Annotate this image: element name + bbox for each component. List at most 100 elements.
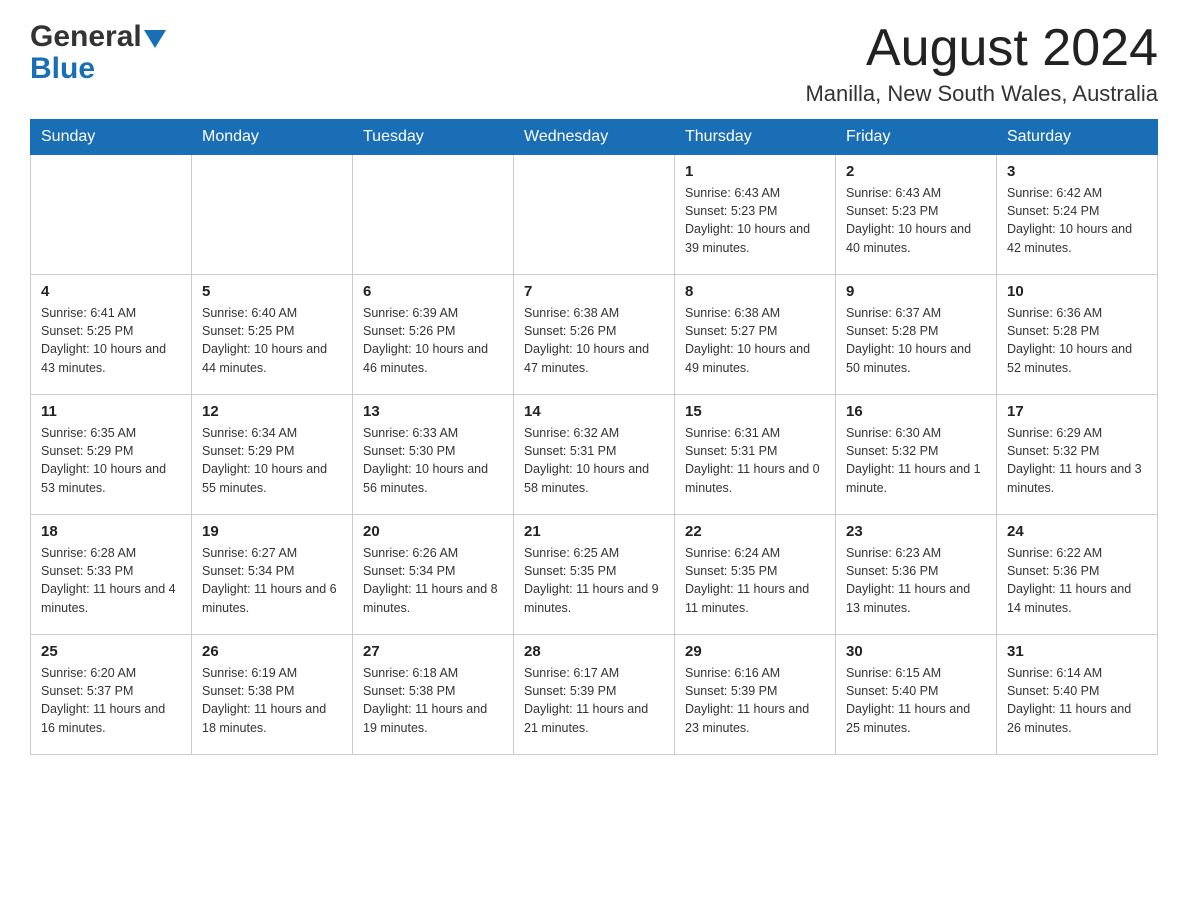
calendar-week-row: 18 Sunrise: 6:28 AMSunset: 5:33 PMDayligh…	[31, 515, 1158, 635]
day-info: Sunrise: 6:38 AMSunset: 5:27 PMDaylight:…	[685, 304, 825, 377]
calendar-cell: 28Sunrise: 6:17 AMSunset: 5:39 PMDayligh…	[514, 635, 675, 755]
calendar-cell	[31, 155, 192, 275]
day-info: Sunrise: 6:33 AMSunset: 5:30 PMDaylight:…	[363, 424, 503, 497]
calendar-table: SundayMondayTuesdayWednesdayThursdayFrid…	[30, 119, 1158, 755]
logo-triangle-icon	[144, 30, 166, 48]
calendar-header-wednesday: Wednesday	[514, 120, 675, 155]
page-header: General Blue August 2024 Manilla, New So…	[30, 20, 1158, 107]
calendar-cell: 31Sunrise: 6:14 AMSunset: 5:40 PMDayligh…	[997, 635, 1158, 755]
day-info: Sunrise: 6:32 AMSunset: 5:31 PMDaylight:…	[524, 424, 664, 497]
logo-general: General	[30, 20, 142, 54]
calendar-cell: 14Sunrise: 6:32 AMSunset: 5:31 PMDayligh…	[514, 395, 675, 515]
day-info: Sunrise: 6:22 AMSunset: 5:36 PMDaylight:…	[1007, 544, 1147, 617]
calendar-header-friday: Friday	[836, 120, 997, 155]
day-info: Sunrise: 6:16 AMSunset: 5:39 PMDaylight:…	[685, 664, 825, 737]
day-number: 28	[524, 643, 664, 660]
calendar-cell: 16 Sunrise: 6:30 AMSunset: 5:32 PMDayligh…	[836, 395, 997, 515]
calendar-cell: 11Sunrise: 6:35 AMSunset: 5:29 PMDayligh…	[31, 395, 192, 515]
day-number: 26	[202, 643, 342, 660]
calendar-cell: 18 Sunrise: 6:28 AMSunset: 5:33 PMDayligh…	[31, 515, 192, 635]
calendar-cell: 23 Sunrise: 6:23 AMSunset: 5:36 PMDayligh…	[836, 515, 997, 635]
calendar-header-thursday: Thursday	[675, 120, 836, 155]
day-info: Sunrise: 6:29 AMSunset: 5:32 PMDaylight:…	[1007, 424, 1147, 497]
day-number: 4	[41, 283, 181, 300]
day-number: 16	[846, 403, 986, 420]
calendar-cell: 3Sunrise: 6:42 AMSunset: 5:24 PMDaylight…	[997, 155, 1158, 275]
day-number: 12	[202, 403, 342, 420]
calendar-cell: 17 Sunrise: 6:29 AMSunset: 5:32 PMDayligh…	[997, 395, 1158, 515]
day-number: 15	[685, 403, 825, 420]
logo: General Blue	[30, 20, 166, 86]
day-number: 18	[41, 523, 181, 540]
day-number: 13	[363, 403, 503, 420]
day-number: 24	[1007, 523, 1147, 540]
day-info: Sunrise: 6:36 AMSunset: 5:28 PMDaylight:…	[1007, 304, 1147, 377]
day-number: 1	[685, 163, 825, 180]
day-info: Sunrise: 6:24 AMSunset: 5:35 PMDaylight:…	[685, 544, 825, 617]
day-info: Sunrise: 6:26 AMSunset: 5:34 PMDaylight:…	[363, 544, 503, 617]
day-info: Sunrise: 6:20 AMSunset: 5:37 PMDaylight:…	[41, 664, 181, 737]
day-info: Sunrise: 6:35 AMSunset: 5:29 PMDaylight:…	[41, 424, 181, 497]
calendar-cell	[353, 155, 514, 275]
calendar-header-monday: Monday	[192, 120, 353, 155]
location: Manilla, New South Wales, Australia	[805, 81, 1158, 107]
calendar-cell: 21Sunrise: 6:25 AMSunset: 5:35 PMDayligh…	[514, 515, 675, 635]
calendar-cell: 10Sunrise: 6:36 AMSunset: 5:28 PMDayligh…	[997, 275, 1158, 395]
day-number: 29	[685, 643, 825, 660]
calendar-header-row: SundayMondayTuesdayWednesdayThursdayFrid…	[31, 120, 1158, 155]
calendar-cell: 4 Sunrise: 6:41 AMSunset: 5:25 PMDaylight…	[31, 275, 192, 395]
day-info: Sunrise: 6:25 AMSunset: 5:35 PMDaylight:…	[524, 544, 664, 617]
calendar-week-row: 1 Sunrise: 6:43 AMSunset: 5:23 PMDaylight…	[31, 155, 1158, 275]
day-info: Sunrise: 6:34 AMSunset: 5:29 PMDaylight:…	[202, 424, 342, 497]
calendar-cell: 24 Sunrise: 6:22 AMSunset: 5:36 PMDayligh…	[997, 515, 1158, 635]
day-info: Sunrise: 6:23 AMSunset: 5:36 PMDaylight:…	[846, 544, 986, 617]
calendar-week-row: 4 Sunrise: 6:41 AMSunset: 5:25 PMDaylight…	[31, 275, 1158, 395]
calendar-cell: 13 Sunrise: 6:33 AMSunset: 5:30 PMDayligh…	[353, 395, 514, 515]
day-info: Sunrise: 6:43 AMSunset: 5:23 PMDaylight:…	[685, 184, 825, 257]
day-number: 6	[363, 283, 503, 300]
day-number: 17	[1007, 403, 1147, 420]
day-number: 2	[846, 163, 986, 180]
day-number: 30	[846, 643, 986, 660]
day-number: 20	[363, 523, 503, 540]
calendar-cell: 20 Sunrise: 6:26 AMSunset: 5:34 PMDayligh…	[353, 515, 514, 635]
calendar-cell	[514, 155, 675, 275]
day-number: 8	[685, 283, 825, 300]
day-number: 31	[1007, 643, 1147, 660]
calendar-week-row: 25Sunrise: 6:20 AMSunset: 5:37 PMDayligh…	[31, 635, 1158, 755]
calendar-cell: 22 Sunrise: 6:24 AMSunset: 5:35 PMDayligh…	[675, 515, 836, 635]
day-number: 3	[1007, 163, 1147, 180]
calendar-cell: 7 Sunrise: 6:38 AMSunset: 5:26 PMDaylight…	[514, 275, 675, 395]
calendar-cell: 27 Sunrise: 6:18 AMSunset: 5:38 PMDayligh…	[353, 635, 514, 755]
day-info: Sunrise: 6:43 AMSunset: 5:23 PMDaylight:…	[846, 184, 986, 257]
day-info: Sunrise: 6:41 AMSunset: 5:25 PMDaylight:…	[41, 304, 181, 377]
calendar-header-saturday: Saturday	[997, 120, 1158, 155]
calendar-cell: 15Sunrise: 6:31 AMSunset: 5:31 PMDayligh…	[675, 395, 836, 515]
calendar-cell: 29 Sunrise: 6:16 AMSunset: 5:39 PMDayligh…	[675, 635, 836, 755]
day-info: Sunrise: 6:38 AMSunset: 5:26 PMDaylight:…	[524, 304, 664, 377]
calendar-cell: 30 Sunrise: 6:15 AMSunset: 5:40 PMDayligh…	[836, 635, 997, 755]
calendar-cell: 25Sunrise: 6:20 AMSunset: 5:37 PMDayligh…	[31, 635, 192, 755]
day-info: Sunrise: 6:30 AMSunset: 5:32 PMDaylight:…	[846, 424, 986, 497]
day-info: Sunrise: 6:15 AMSunset: 5:40 PMDaylight:…	[846, 664, 986, 737]
calendar-cell: 2 Sunrise: 6:43 AMSunset: 5:23 PMDaylight…	[836, 155, 997, 275]
day-info: Sunrise: 6:28 AMSunset: 5:33 PMDaylight:…	[41, 544, 181, 617]
day-number: 23	[846, 523, 986, 540]
day-info: Sunrise: 6:18 AMSunset: 5:38 PMDaylight:…	[363, 664, 503, 737]
calendar-header-tuesday: Tuesday	[353, 120, 514, 155]
day-number: 7	[524, 283, 664, 300]
calendar-cell	[192, 155, 353, 275]
day-number: 22	[685, 523, 825, 540]
month-title: August 2024	[805, 20, 1158, 77]
calendar-cell: 9Sunrise: 6:37 AMSunset: 5:28 PMDaylight…	[836, 275, 997, 395]
calendar-cell: 12 Sunrise: 6:34 AMSunset: 5:29 PMDayligh…	[192, 395, 353, 515]
day-number: 27	[363, 643, 503, 660]
day-info: Sunrise: 6:19 AMSunset: 5:38 PMDaylight:…	[202, 664, 342, 737]
logo-blue: Blue	[30, 52, 95, 86]
calendar-cell: 8 Sunrise: 6:38 AMSunset: 5:27 PMDaylight…	[675, 275, 836, 395]
day-info: Sunrise: 6:39 AMSunset: 5:26 PMDaylight:…	[363, 304, 503, 377]
calendar-cell: 19Sunrise: 6:27 AMSunset: 5:34 PMDayligh…	[192, 515, 353, 635]
day-info: Sunrise: 6:27 AMSunset: 5:34 PMDaylight:…	[202, 544, 342, 617]
calendar-cell: 26 Sunrise: 6:19 AMSunset: 5:38 PMDayligh…	[192, 635, 353, 755]
calendar-cell: 1 Sunrise: 6:43 AMSunset: 5:23 PMDaylight…	[675, 155, 836, 275]
